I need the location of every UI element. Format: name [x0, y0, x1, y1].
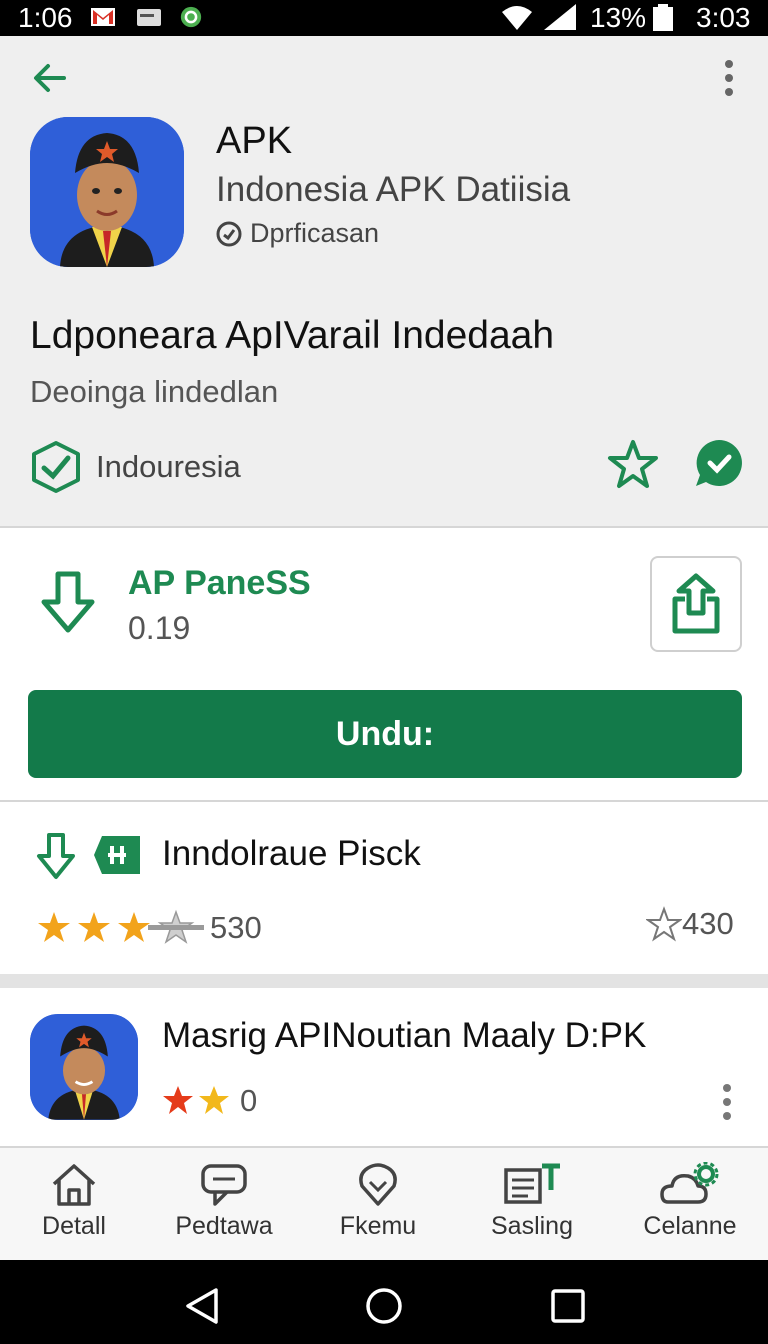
favorite-star-icon[interactable] [606, 438, 660, 492]
add-badge-icon [94, 836, 140, 874]
cloud-settings-icon [660, 1162, 719, 1204]
related-title: Inndolraue Pisck [162, 834, 421, 873]
rating-stars-icon [163, 1086, 229, 1114]
overflow-menu-icon[interactable] [714, 56, 744, 100]
app-icon [30, 117, 184, 267]
nav-item-celanne[interactable]: Celanne [620, 1162, 760, 1241]
gmail-icon [91, 8, 115, 26]
suggested-app-title: Masrig APINoutian Maaly D:PK [162, 1016, 647, 1055]
list-icon [504, 1163, 560, 1204]
suggested-app-icon [30, 1014, 138, 1120]
wifi-icon [502, 6, 532, 30]
nav-item-pedtawa[interactable]: Pedtawa [154, 1162, 294, 1241]
suggested-app-rating: 0 [162, 1082, 257, 1120]
related-count-right: 430 [682, 906, 734, 941]
share-button[interactable] [650, 556, 742, 652]
system-home-icon[interactable] [364, 1286, 404, 1326]
system-back-icon[interactable] [182, 1286, 222, 1326]
verified-row: Dprficasan [216, 218, 379, 249]
nav-label: Fkemu [339, 1212, 417, 1240]
subline: Deoinga lindedlan [30, 374, 279, 409]
location-icon [359, 1163, 397, 1206]
nav-item-sasling[interactable]: Sasling [462, 1162, 602, 1241]
star-outline-icon [646, 906, 682, 942]
download-small-icon [37, 833, 75, 879]
related-rating: 530 [36, 906, 262, 950]
verified-label: Dprficasan [250, 218, 380, 248]
rating-stars-icon [38, 909, 204, 944]
chat-icon [201, 1164, 247, 1206]
app-title: APK [216, 120, 293, 162]
battery-icon [653, 4, 673, 31]
battery-percent: 13% [590, 2, 647, 33]
share-icon [672, 573, 720, 634]
nav-label: Sasling [491, 1212, 573, 1240]
download-name: AP PaneSS [128, 564, 311, 602]
region-label: Indouresia [96, 449, 241, 484]
related-count-left: 530 [210, 910, 262, 945]
message-icon [137, 9, 161, 26]
system-recents-icon[interactable] [548, 1286, 588, 1326]
status-time-left: 1:06 [18, 2, 73, 33]
nav-item-detall[interactable]: Detall [4, 1162, 144, 1241]
nav-label: Pedtawa [175, 1212, 273, 1240]
status-bar: 1:06 13% 3:03 [0, 0, 768, 36]
whatsapp-icon[interactable] [694, 438, 744, 488]
download-size: 0.19 [128, 610, 191, 646]
sync-icon [180, 6, 202, 28]
section-separator [0, 974, 768, 988]
verified-icon [216, 221, 242, 246]
related-count-right-row: 430 [646, 906, 734, 942]
nav-label: Celanne [643, 1212, 737, 1240]
home-icon [52, 1164, 96, 1206]
nav-label: Detall [42, 1212, 106, 1240]
suggested-overflow-icon[interactable] [714, 1080, 740, 1124]
status-time-right: 3:03 [696, 2, 751, 33]
app-subtitle: Indonesia APK Datiisia [216, 170, 571, 209]
back-arrow-icon[interactable] [28, 56, 72, 100]
install-button[interactable]: Undu: [28, 690, 742, 778]
download-arrow-icon [41, 571, 95, 633]
shield-check-icon [32, 441, 80, 493]
nav-item-fkemu[interactable]: Fkemu [308, 1162, 448, 1241]
suggested-app-count: 0 [240, 1083, 258, 1118]
region-row: Indouresia [30, 440, 241, 494]
headline: Ldponeara ApIVarail Indedaah [30, 314, 555, 357]
signal-icon [544, 4, 576, 30]
